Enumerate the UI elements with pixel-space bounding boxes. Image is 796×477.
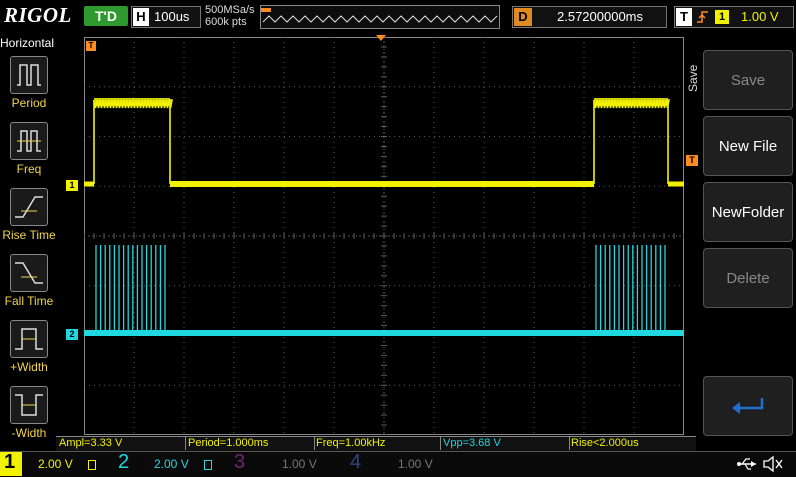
trigger-state-text: T'D [95,8,117,24]
usb-icon [737,458,756,470]
delay-value: 2.57200000ms [557,9,644,24]
measure-label: +Width [10,360,48,374]
new-folder-button[interactable]: NewFolder [703,182,793,242]
ch1-scale: 2.00 V [38,457,73,471]
ch1-burst-band [94,98,170,106]
horizontal-letter: H [133,8,149,26]
trigger-position-marker[interactable]: T [86,41,96,51]
memory-overview-bar[interactable] [260,5,500,29]
overview-wave [261,8,498,23]
measure-label: Period [11,96,47,110]
ch4-scale-box[interactable]: 4 1.00 V [344,451,460,476]
ch2-number: 2 [118,451,130,473]
save-button[interactable]: Save [703,50,793,110]
fall-time-icon [15,262,43,284]
waveform-svg [83,36,685,436]
memory-depth: 600k pts [205,16,247,28]
period-icon [17,64,41,86]
trigger-settings-box[interactable]: T 1 1.00 V [674,6,794,28]
trigger-level: 1.00 V [741,9,779,24]
rising-edge-icon [697,11,708,23]
measure-label: -Width [11,426,47,440]
enter-return-icon [732,398,764,414]
trigger-source: 1 [715,10,729,24]
ch1-offset-marker[interactable]: 1 [66,180,78,191]
measure-fall-time-item[interactable]: Fall Time [0,252,58,312]
timebase-value: 100us [154,9,190,24]
delete-button[interactable]: Delete [703,248,793,308]
trigger-state-badge: T'D [84,6,128,26]
measurement-ampl[interactable]: Ampl=3.33 V [56,436,186,450]
ch2-scale: 2.00 V [154,457,189,471]
left-measure-menu: Horizontal Period Freq Rise Time Fall Ti… [0,34,58,440]
top-status-bar: RIGOL T'D H 100us 500MSa/s 600k pts D 2.… [0,0,796,34]
rise-time-icon [15,196,43,218]
measurement-rise[interactable]: Rise<2.000us [568,436,695,450]
measure-rise-time-item[interactable]: Rise Time [0,186,58,246]
horizontal-timebase-box[interactable]: H 100us [131,6,201,28]
ch2-coupling-icon [204,460,212,470]
measurement-freq[interactable]: Freq=1.00kHz [313,436,441,450]
ch3-number: 3 [234,451,246,473]
ch1-number: 1 [4,451,16,473]
new-file-button[interactable]: New File [703,116,793,176]
speaker-mute-icon[interactable] [762,454,784,474]
save-menu-title: Save [686,64,700,92]
delay-letter: D [514,8,532,26]
pos-width-icon [15,328,43,350]
measurement-vpp[interactable]: Vpp=3.68 V [440,436,570,450]
measurement-period[interactable]: Period=1.000ms [185,436,315,450]
ch3-scale-box[interactable]: 3 1.00 V [228,451,344,476]
ch2-offset-marker[interactable]: 2 [66,329,78,340]
menu-title: Horizontal [0,36,55,50]
waveform-display[interactable] [83,36,685,436]
sample-rate: 500MSa/s [205,4,255,16]
measure-label: Fall Time [4,294,54,308]
ch4-scale: 1.00 V [398,457,433,471]
save-menu-tab: Save [684,52,700,112]
enter-button[interactable] [703,376,793,436]
measure-period-item[interactable]: Period [0,54,58,114]
ch1-trace-burst [93,99,173,184]
measure-freq-item[interactable]: Freq [0,120,58,180]
ch1-burst-band [594,98,668,106]
freq-icon [17,130,41,152]
measure-neg-width-item[interactable]: -Width [0,384,58,444]
measure-label: Rise Time [2,228,56,242]
trigger-delay-box[interactable]: D 2.57200000ms [512,6,667,28]
ch1-trace-burst [593,99,670,184]
ch1-scale-box[interactable]: 1 2.00 V [0,451,112,476]
ch4-number: 4 [350,451,362,473]
ch2-scale-box[interactable]: 2 2.00 V [112,451,228,476]
ch1-coupling-icon [88,460,96,470]
measure-label: Freq [16,162,42,176]
measure-pos-width-item[interactable]: +Width [0,318,58,378]
trigger-level-marker[interactable]: T [686,155,698,166]
ch3-scale: 1.00 V [282,457,317,471]
neg-width-icon [15,394,43,416]
horizontal-position-arrow-icon[interactable] [376,35,386,42]
trigger-letter: T [676,8,692,26]
brand-logo: RIGOL [4,3,72,27]
